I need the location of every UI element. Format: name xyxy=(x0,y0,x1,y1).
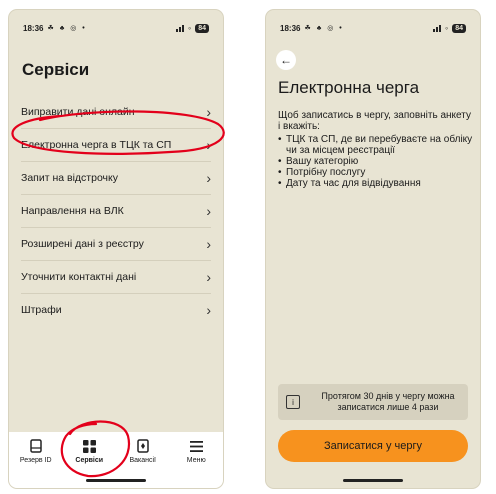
service-label: Виправити дані онлайн xyxy=(21,106,135,118)
requirements-list: ТЦК та СП, де ви перебуваєте на обліку ч… xyxy=(278,134,473,189)
status-bar: 18:36 ☘ ♣ ◎ • ◦ 84 xyxy=(23,22,209,34)
tab-label: Вакансії xyxy=(129,457,157,464)
service-label: Розширені дані з реєстру xyxy=(21,238,144,250)
arrow-left-icon: ← xyxy=(280,53,292,67)
service-label: Штрафи xyxy=(21,304,62,316)
service-extended-registry[interactable]: Розширені дані з реєстру › xyxy=(21,228,211,261)
services-list: Виправити дані онлайн › Електронна черга… xyxy=(9,96,223,326)
service-update-contacts[interactable]: Уточнити контактні дані › xyxy=(21,261,211,294)
status-time: 18:36 xyxy=(23,23,44,33)
service-fix-data[interactable]: Виправити дані онлайн › xyxy=(21,96,211,129)
list-item: Вашу категорію xyxy=(278,156,473,167)
chevron-right-icon: › xyxy=(206,170,211,186)
electronic-queue-screen: 18:36 ☘ ♣ ◎ • ◦ 84 ← Електронна черга Що… xyxy=(266,10,480,488)
instructions-text: Щоб записатись в чергу, заповніть анкету… xyxy=(278,110,471,132)
page-title: Електронна черга xyxy=(278,78,420,97)
services-screen: 18:36 ☘ ♣ ◎ • ◦ 84 Сервіси Виправити дан… xyxy=(9,10,223,488)
list-item: Потрібну послугу xyxy=(278,167,473,178)
signal-icon xyxy=(176,24,184,32)
tab-menu[interactable]: Меню xyxy=(174,438,218,488)
service-electronic-queue[interactable]: Електронна черга в ТЦК та СП › xyxy=(21,129,211,162)
notification-icons: ☘ ♣ ◎ • xyxy=(47,25,87,32)
home-indicator xyxy=(86,479,146,482)
tab-reserv-id[interactable]: Резерв ID xyxy=(14,438,58,488)
menu-icon xyxy=(189,438,203,454)
home-indicator xyxy=(343,479,403,482)
document-icon xyxy=(30,438,42,454)
page-title: Сервіси xyxy=(22,60,90,79)
signal-icon xyxy=(433,24,441,32)
list-item: ТЦК та СП, де ви перебуваєте на обліку ч… xyxy=(278,134,473,156)
chevron-right-icon: › xyxy=(206,302,211,318)
chevron-right-icon: › xyxy=(206,236,211,252)
notification-icons: ☘ ♣ ◎ • xyxy=(304,25,344,32)
service-label: Запит на відстрочку xyxy=(21,172,118,184)
wifi-icon: ◦ xyxy=(188,23,192,33)
service-label: Направлення на ВЛК xyxy=(21,205,124,217)
battery-icon: 84 xyxy=(452,23,466,33)
info-icon: i xyxy=(286,395,300,409)
status-time: 18:36 xyxy=(280,23,301,33)
chevron-right-icon: › xyxy=(206,137,211,153)
list-item: Дату та час для відвідування xyxy=(278,178,473,189)
limit-notice: i Протягом 30 днів у чергу можна записат… xyxy=(278,384,468,420)
chevron-right-icon: › xyxy=(206,104,211,120)
service-deferral-request[interactable]: Запит на відстрочку › xyxy=(21,162,211,195)
battery-icon: 84 xyxy=(195,23,209,33)
tab-label: Меню xyxy=(186,457,206,464)
service-label: Електронна черга в ТЦК та СП xyxy=(21,139,172,151)
chevron-right-icon: › xyxy=(206,203,211,219)
tab-label: Сервіси xyxy=(75,457,104,464)
wifi-icon: ◦ xyxy=(445,23,449,33)
status-bar: 18:36 ☘ ♣ ◎ • ◦ 84 xyxy=(280,22,466,34)
grid-icon xyxy=(82,438,96,454)
chevron-right-icon: › xyxy=(206,269,211,285)
service-vlk-referral[interactable]: Направлення на ВЛК › xyxy=(21,195,211,228)
vacancy-icon xyxy=(137,438,149,454)
tab-label: Резерв ID xyxy=(19,457,52,464)
back-button[interactable]: ← xyxy=(276,50,296,70)
service-fines[interactable]: Штрафи › xyxy=(21,294,211,326)
join-queue-button[interactable]: Записатися у чергу xyxy=(278,430,468,462)
notice-text: Протягом 30 днів у чергу можна записатис… xyxy=(321,391,455,412)
service-label: Уточнити контактні дані xyxy=(21,271,137,283)
